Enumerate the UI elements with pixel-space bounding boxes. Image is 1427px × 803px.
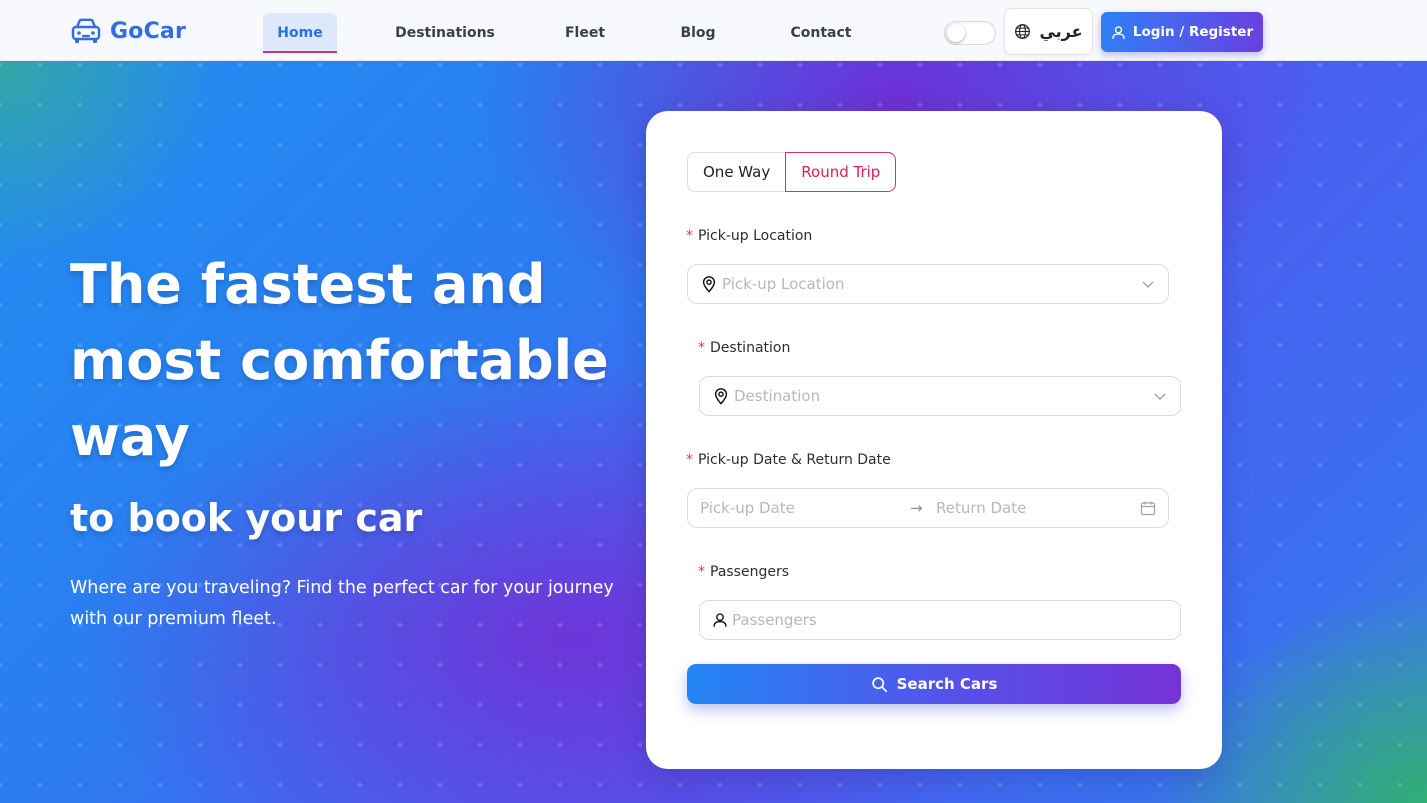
passengers-label-text: Passengers — [710, 564, 790, 580]
map-pin-icon — [702, 276, 716, 293]
required-mark: * — [698, 340, 705, 356]
login-register-button[interactable]: Login / Register — [1101, 12, 1263, 52]
hero-description: Where are you traveling? Find the perfec… — [70, 578, 614, 629]
top-navbar: GoCar Home Destinations Fleet Blog Conta… — [0, 0, 1427, 61]
chevron-down-icon — [1154, 393, 1166, 400]
user-icon — [1112, 25, 1125, 39]
pickup-date-input[interactable]: Pick-up Date — [700, 499, 795, 517]
map-pin-icon — [714, 388, 728, 405]
language-button[interactable]: عربي — [1004, 8, 1093, 55]
globe-icon — [1015, 24, 1031, 39]
passengers-label: * Passengers — [698, 564, 789, 580]
required-mark: * — [686, 228, 693, 244]
language-label: عربي — [1039, 22, 1083, 41]
search-cars-button[interactable]: Search Cars — [687, 664, 1181, 704]
passengers-input[interactable]: Passengers — [699, 600, 1181, 640]
round-trip-option[interactable]: Round Trip — [785, 152, 897, 192]
trip-type-toggle: One Way Round Trip — [687, 152, 897, 192]
required-mark: * — [686, 452, 693, 468]
nav-blog[interactable]: Blog — [672, 13, 724, 53]
destination-label-text: Destination — [710, 340, 791, 356]
pickup-location-select[interactable]: Pick-up Location — [687, 264, 1169, 304]
pickup-label-text: Pick-up Location — [698, 228, 813, 244]
pickup-location-label: * Pick-up Location — [686, 228, 812, 244]
dates-label: * Pick-up Date & Return Date — [686, 452, 891, 468]
date-range-picker[interactable]: Pick-up Date → Return Date — [687, 488, 1169, 528]
car-icon — [71, 18, 101, 43]
passengers-placeholder: Passengers — [732, 611, 817, 629]
chevron-down-icon — [1142, 281, 1154, 288]
destination-placeholder: Destination — [734, 387, 821, 405]
brand-name: GoCar — [110, 18, 187, 44]
theme-toggle[interactable] — [944, 21, 996, 45]
dates-label-text: Pick-up Date & Return Date — [698, 452, 891, 468]
calendar-icon — [1140, 501, 1156, 516]
nav-fleet[interactable]: Fleet — [557, 13, 613, 53]
nav-contact[interactable]: Contact — [784, 13, 858, 53]
hero-subtitle: to book your car — [70, 496, 423, 540]
search-cars-label: Search Cars — [896, 675, 998, 693]
nav-home[interactable]: Home — [263, 13, 337, 53]
hero-title: The fastest and most comfortable way — [70, 253, 609, 468]
destination-label: * Destination — [698, 340, 790, 356]
booking-form-card: One Way Round Trip * Pick-up Location Pic… — [646, 111, 1222, 769]
toggle-knob — [947, 24, 965, 42]
destination-select[interactable]: Destination — [699, 376, 1181, 416]
user-icon — [713, 613, 727, 627]
pickup-placeholder: Pick-up Location — [722, 275, 845, 293]
nav-destinations[interactable]: Destinations — [392, 13, 498, 53]
login-label: Login / Register — [1132, 24, 1254, 40]
required-mark: * — [698, 564, 705, 580]
one-way-option[interactable]: One Way — [687, 152, 786, 192]
return-date-input[interactable]: Return Date — [936, 499, 1026, 517]
search-icon — [871, 676, 887, 692]
brand-logo[interactable]: GoCar — [70, 16, 186, 46]
date-range-arrow-icon: → — [910, 499, 923, 517]
